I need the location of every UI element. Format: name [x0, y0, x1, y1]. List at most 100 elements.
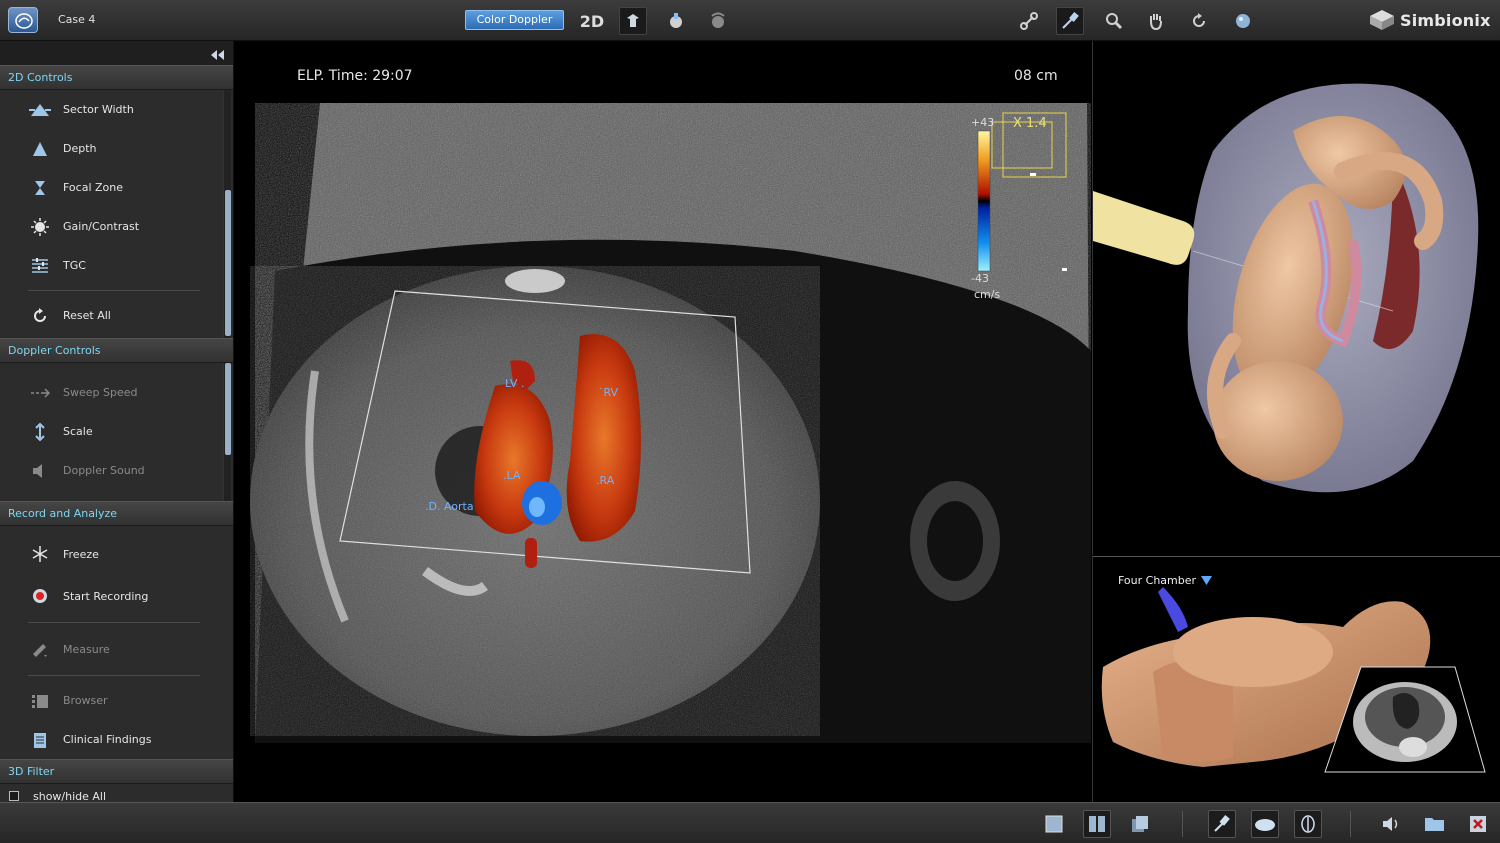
- mother-body-model: [1101, 587, 1486, 773]
- scale-button[interactable]: Scale: [0, 412, 233, 451]
- fetus-3d-model: [1093, 83, 1479, 493]
- left-control-panel: 2D Controls Sector Width Depth Focal Zon…: [0, 41, 234, 803]
- focal-zone-button[interactable]: Focal Zone: [0, 168, 233, 207]
- brand-cube-icon: [1370, 10, 1394, 30]
- panel-header: [0, 41, 233, 65]
- reset-all-button[interactable]: Reset All: [0, 296, 233, 335]
- section-record-analyze[interactable]: Record and Analyze: [0, 501, 233, 526]
- gain-contrast-button[interactable]: Gain/Contrast: [0, 207, 233, 246]
- label-lv: LV .: [505, 377, 525, 390]
- sector-width-button[interactable]: Sector Width: [0, 90, 233, 129]
- ultrasound-view[interactable]: ELP. Time: 29:07 08 cm +43 -43 cm/s X 1.…: [235, 41, 1091, 802]
- velocity-scale-min: -43: [971, 272, 989, 285]
- show-hide-all-checkbox[interactable]: [9, 791, 19, 801]
- speaker-icon: [28, 459, 52, 483]
- freeze-button[interactable]: Freeze: [0, 533, 233, 575]
- sweep-speed-button[interactable]: Sweep Speed: [0, 373, 233, 412]
- divider: [1350, 811, 1351, 837]
- label-rv-text: RV: [603, 386, 619, 399]
- needle-guide-icon[interactable]: [1056, 7, 1084, 35]
- show-hide-all-label: show/hide All: [33, 789, 107, 803]
- tgc-label: TGC: [63, 259, 86, 272]
- section-3d-filter[interactable]: 3D Filter: [0, 759, 233, 784]
- probe-position-icon[interactable]: [619, 7, 647, 35]
- focal-zone-label: Focal Zone: [63, 181, 124, 194]
- link-icon[interactable]: [1015, 7, 1043, 35]
- measure-label: Measure: [63, 642, 110, 656]
- scrollbar-thumb[interactable]: [225, 190, 231, 336]
- tgc-button[interactable]: TGC: [0, 246, 233, 285]
- scale-label: Scale: [63, 425, 93, 438]
- clinical-findings-button[interactable]: Clinical Findings: [0, 720, 233, 759]
- gain-contrast-icon: [28, 215, 52, 239]
- scrollbar-thumb[interactable]: [225, 363, 231, 455]
- open-folder-icon[interactable]: [1421, 810, 1449, 838]
- color-doppler-button[interactable]: Color Doppler: [465, 10, 564, 30]
- scale-icon: [28, 420, 52, 444]
- start-recording-label: Start Recording: [63, 589, 149, 603]
- fetus-3d-view[interactable]: [1092, 41, 1500, 555]
- anatomy-view-icon[interactable]: [1294, 810, 1322, 838]
- sphere-view-icon[interactable]: [1229, 7, 1257, 35]
- section-2d-body: Sector Width Depth Focal Zone Gain/Contr…: [0, 90, 233, 338]
- brand-logo: Simbionix: [1368, 8, 1491, 32]
- section-doppler-body: Sweep Speed Scale Doppler Sound: [0, 363, 233, 501]
- zoom-icon[interactable]: [1100, 7, 1128, 35]
- reset-icon: [28, 304, 52, 328]
- section-record-body: Freeze Start Recording Measure Browser C…: [0, 526, 233, 759]
- browser-icon: [28, 689, 52, 713]
- start-recording-button[interactable]: Start Recording: [0, 575, 233, 617]
- rotate-icon[interactable]: [1185, 7, 1213, 35]
- label-la-text: LA: [506, 469, 521, 482]
- depth-icon: [28, 137, 52, 161]
- scrollbar-2d[interactable]: [223, 90, 231, 338]
- app-logo-icon[interactable]: [8, 7, 38, 33]
- hand-rotate-icon[interactable]: [704, 7, 732, 35]
- pan-hand-icon[interactable]: [1142, 7, 1170, 35]
- overlay-view-icon[interactable]: [1126, 810, 1154, 838]
- audio-settings-icon[interactable]: [1378, 810, 1406, 838]
- dual-view-icon[interactable]: [1083, 810, 1111, 838]
- single-view-icon[interactable]: [1040, 810, 1068, 838]
- sweep-speed-icon: [28, 381, 52, 405]
- brand-name: Simbionix: [1400, 10, 1491, 30]
- snowflake-icon: [28, 542, 52, 566]
- bottom-toolbar: [0, 802, 1500, 843]
- label-rv: ˙RV: [598, 386, 619, 399]
- divider: [1182, 811, 1183, 837]
- doppler-sound-button[interactable]: Doppler Sound: [0, 451, 233, 490]
- depth-button[interactable]: Depth: [0, 129, 233, 168]
- label-ra: .RA: [596, 474, 615, 487]
- zoom-factor: X 1.4: [1013, 116, 1047, 131]
- label-lv-text: LV: [505, 377, 518, 390]
- velocity-scale-max: +43: [971, 116, 995, 129]
- depth-readout: 08 cm: [1014, 68, 1058, 84]
- measure-icon: [28, 637, 52, 661]
- browser-label: Browser: [63, 694, 108, 707]
- scan-plane-view[interactable]: Four Chamber: [1092, 556, 1500, 802]
- label-la: .LA: [503, 469, 521, 482]
- section-2d-controls[interactable]: 2D Controls: [0, 65, 233, 90]
- measure-button[interactable]: Measure: [0, 628, 233, 670]
- scrollbar-doppler[interactable]: [223, 363, 231, 501]
- sector-width-icon: [28, 98, 52, 122]
- dimension-2d-button[interactable]: 2D: [578, 7, 606, 35]
- body-view-icon[interactable]: [1251, 810, 1279, 838]
- clinical-findings-label: Clinical Findings: [63, 733, 152, 746]
- dimension-label: 2D: [579, 11, 605, 31]
- browser-button[interactable]: Browser: [0, 681, 233, 720]
- divider: [28, 675, 200, 676]
- velocity-scale-unit: cm/s: [974, 288, 1001, 301]
- hand-probe-icon[interactable]: [662, 7, 690, 35]
- collapse-panel-icon[interactable]: [209, 46, 225, 65]
- focal-zone-icon: [28, 176, 52, 200]
- record-icon: [28, 584, 52, 608]
- case-label: Case 4: [58, 13, 96, 26]
- sweep-speed-label: Sweep Speed: [63, 386, 138, 399]
- close-icon[interactable]: [1464, 810, 1492, 838]
- top-toolbar: Case 4 Color Doppler 2D Simbionix: [0, 0, 1500, 41]
- probe-view-icon[interactable]: [1208, 810, 1236, 838]
- section-doppler-controls[interactable]: Doppler Controls: [0, 338, 233, 363]
- divider: [28, 622, 200, 623]
- doppler-sound-label: Doppler Sound: [63, 464, 145, 477]
